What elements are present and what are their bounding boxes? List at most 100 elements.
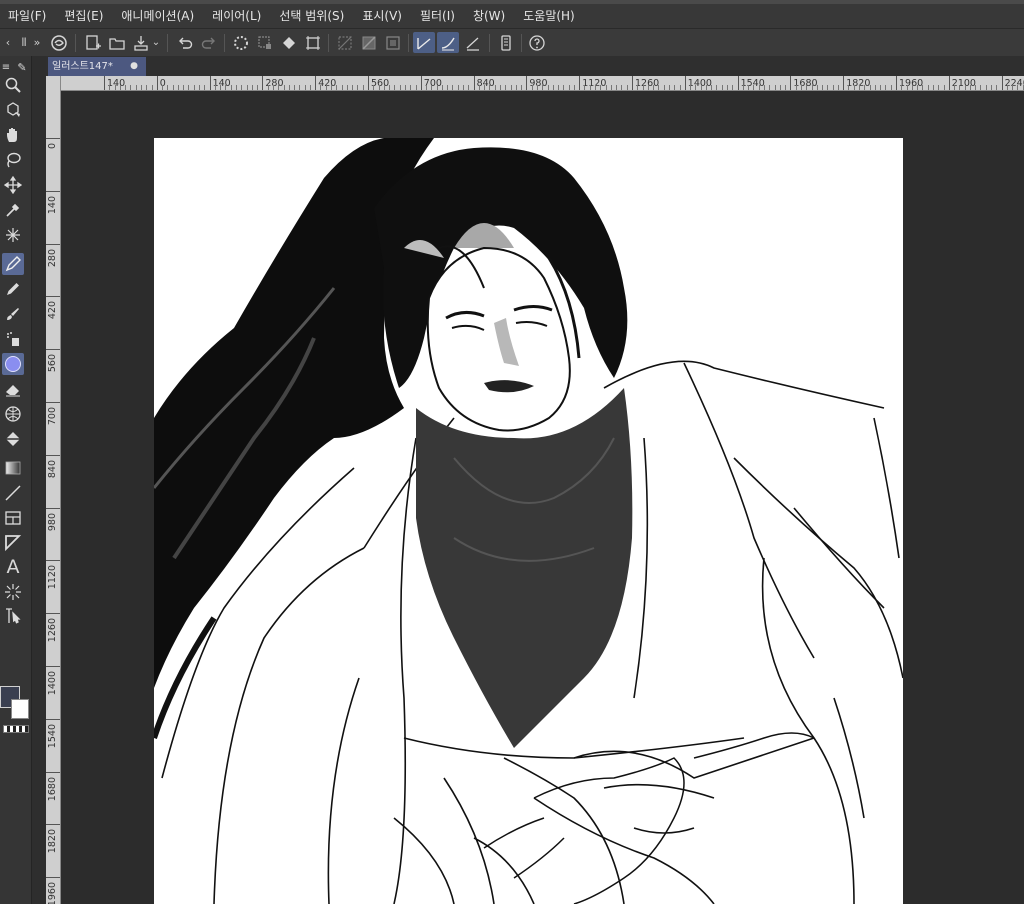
ruler-h-minor-tick (827, 85, 829, 90)
ruler-h-minor-tick (484, 85, 486, 90)
ruler-h-minor-tick (542, 85, 544, 90)
gradient-icon[interactable] (2, 457, 24, 479)
transparent-color-swatch[interactable] (3, 725, 29, 733)
grip-icon[interactable]: ⦀ (18, 32, 30, 53)
ruler-v-label: 1260 (46, 613, 60, 667)
text-icon[interactable]: A (2, 556, 24, 578)
ruler-h-minor-tick (278, 85, 280, 90)
move-icon[interactable] (2, 174, 24, 196)
blend-icon[interactable] (2, 403, 24, 425)
ruler-h-minor-tick (146, 85, 148, 90)
clear-icon[interactable] (254, 32, 276, 53)
ruler-h-minor-tick (230, 85, 232, 90)
ruler-h-minor-tick (399, 85, 401, 90)
ruler-h-minor-tick (573, 85, 575, 90)
ruler-h-minor-tick (304, 85, 306, 90)
line-icon[interactable] (2, 482, 24, 504)
eraser-icon[interactable] (2, 378, 24, 400)
ruler-h-minor-tick (441, 85, 443, 90)
document-tab[interactable]: 일러스트147* ● (48, 57, 146, 76)
ruler-v-label: 1680 (46, 771, 60, 826)
ruler-h-minor-tick (294, 85, 296, 90)
loading-icon[interactable] (230, 32, 252, 53)
save-icon[interactable] (130, 32, 152, 53)
airbrush-icon[interactable] (2, 328, 24, 350)
show-border-icon[interactable] (382, 32, 404, 53)
ruler-h-minor-tick (985, 85, 987, 90)
expand-icon[interactable]: » (31, 32, 43, 53)
new-file-icon[interactable] (82, 32, 104, 53)
help-icon[interactable] (526, 32, 548, 53)
drawing-canvas[interactable] (154, 138, 903, 904)
ruler-h-minor-tick (853, 85, 855, 90)
menu-animation[interactable]: 애니메이션(A) (113, 4, 204, 28)
snap-ruler-icon[interactable] (413, 32, 435, 53)
ruler-h-minor-tick (394, 85, 396, 90)
undo-icon[interactable] (174, 32, 196, 53)
document-tab-bar: 일러스트147* ● (46, 56, 1024, 76)
ruler-h-minor-tick (959, 85, 961, 90)
lasso-icon[interactable] (2, 149, 24, 171)
invert-selection-icon[interactable] (358, 32, 380, 53)
menu-selection[interactable]: 선택 범위(S) (271, 4, 354, 28)
pencil-icon[interactable] (2, 278, 24, 300)
clip-studio-icon[interactable] (48, 32, 70, 53)
menu-bar: 파일(F) 편집(E) 애니메이션(A) 레이어(L) 선택 범위(S) 표시(… (0, 4, 1024, 28)
operation-icon[interactable] (2, 605, 24, 627)
collapse-left-icon[interactable]: ‹ (2, 32, 14, 53)
ruler-v-label: 840 (46, 454, 60, 509)
ruler-h-minor-tick (922, 85, 924, 90)
decoration-icon[interactable] (2, 353, 24, 375)
ruler-h-minor-tick (748, 85, 750, 90)
ruler-h-label: 1820 (843, 76, 870, 90)
ruler-h-minor-tick (151, 85, 153, 90)
ruler-v-label: 140 (46, 190, 60, 245)
eyedropper-icon[interactable] (2, 199, 24, 221)
ruler-h-minor-tick (837, 85, 839, 90)
ruler-h-minor-tick (742, 85, 744, 90)
menu-layer[interactable]: 레이어(L) (204, 4, 271, 28)
menu-window[interactable]: 창(W) (465, 4, 515, 28)
frame-icon[interactable] (2, 507, 24, 529)
open-file-icon[interactable] (106, 32, 128, 53)
ruler-h-minor-tick (241, 85, 243, 90)
transform-icon[interactable] (302, 32, 324, 53)
ruler-h-minor-tick (426, 85, 428, 90)
menu-edit[interactable]: 편집(E) (56, 4, 113, 28)
redo-icon[interactable] (198, 32, 220, 53)
fill-icon[interactable] (278, 32, 300, 53)
snap-special-icon[interactable] (437, 32, 459, 53)
pen-icon[interactable] (2, 253, 24, 275)
balloon-icon[interactable] (2, 581, 24, 603)
ruler-h-minor-tick (563, 85, 565, 90)
ruler-h-minor-tick (753, 85, 755, 90)
ruler-h-minor-tick (663, 85, 665, 90)
fill-bucket-icon[interactable] (2, 428, 24, 450)
camera-icon[interactable] (2, 99, 24, 121)
hand-icon[interactable] (2, 124, 24, 146)
ruler-h-minor-tick (114, 85, 116, 90)
ruler-h-minor-tick (510, 85, 512, 90)
sparkle-icon[interactable] (2, 224, 24, 246)
ruler-h-minor-tick (410, 85, 412, 90)
snap-grid-icon[interactable] (462, 32, 484, 53)
tablet-icon[interactable] (495, 32, 517, 53)
horizontal-ruler: 140 0 140 280 420 560 700 840 980 1120 1260 1400 154… (60, 76, 1024, 91)
menu-help[interactable]: 도움말(H) (515, 4, 585, 28)
chevron-down-icon[interactable]: ⌄ (150, 32, 162, 53)
ruler-icon[interactable] (2, 532, 24, 554)
menu-file[interactable]: 파일(F) (0, 4, 56, 28)
zoom-icon[interactable] (2, 74, 24, 96)
close-tab-icon[interactable]: ● (130, 57, 138, 76)
menu-view[interactable]: 표시(V) (354, 4, 412, 28)
ruler-h-minor-tick (727, 85, 729, 90)
ruler-h-minor-tick (552, 85, 554, 90)
ruler-h-minor-tick (272, 85, 274, 90)
menu-filter[interactable]: 필터(I) (412, 4, 465, 28)
brush-icon[interactable] (2, 303, 24, 325)
ruler-h-minor-tick (890, 85, 892, 90)
ruler-h-minor-tick (346, 85, 348, 90)
deselect-icon[interactable] (334, 32, 356, 53)
sub-color-swatch[interactable] (11, 699, 29, 719)
ruler-h-minor-tick (716, 85, 718, 90)
